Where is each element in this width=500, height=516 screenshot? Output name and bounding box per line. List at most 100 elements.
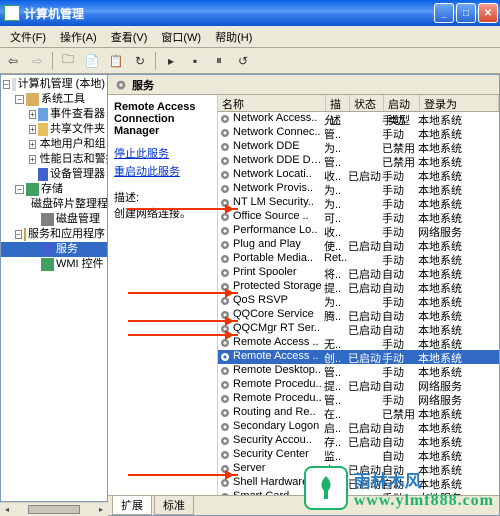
service-row[interactable]: Remote Access ..无..手动本地系统 [218,336,499,350]
tree-node[interactable]: +本地用户和组 [1,137,107,152]
service-row[interactable]: Remote Procedu..提..已启动自动网络服务 [218,378,499,392]
service-row[interactable]: Print Spooler将..已启动自动本地系统 [218,266,499,280]
service-row[interactable]: Routing and Re..在..已禁用本地系统 [218,406,499,420]
service-row[interactable]: Portable Media..Ret..手动本地系统 [218,252,499,266]
cell-desc: 将.. [324,266,348,280]
services-header: 服务 [108,75,499,95]
service-row[interactable]: Network Locati..收..已启动手动本地系统 [218,168,499,182]
cell-desc: 存.. [324,434,348,448]
cell-login: 本地系统 [418,476,472,490]
expander-icon[interactable]: + [29,110,36,119]
service-row[interactable]: QQCore Service腾..已启动自动本地系统 [218,308,499,322]
pause-button[interactable]: ⏸ [210,52,228,70]
expander-icon[interactable]: − [15,95,24,104]
menu-bar: 文件(F) 操作(A) 查看(V) 窗口(W) 帮助(H) [0,26,500,48]
service-row[interactable]: Office Source ..可..手动本地系统 [218,210,499,224]
node-label: 服务 [56,242,78,257]
gear-icon [218,196,232,210]
expander-icon[interactable]: − [15,230,22,239]
tree-node[interactable]: +事件查看器 [1,107,107,122]
tree-hscrollbar[interactable]: ◂▸ [0,502,108,516]
stop-button[interactable]: ▪ [186,52,204,70]
col-login[interactable]: 登录为 [420,95,499,111]
cell-name: Security Accou.. [232,434,324,448]
tree-node[interactable]: 磁盘碎片整理程序 [1,197,107,212]
tab-extended[interactable]: 扩展 [112,496,152,515]
menu-help[interactable]: 帮助(H) [209,27,258,47]
close-button[interactable]: ✕ [478,3,498,23]
cell-desc: 使.. [324,238,348,252]
gear-icon [218,308,232,322]
col-status[interactable]: 状态 [350,95,384,111]
cell-name: Network Access.. [232,112,324,126]
expander-icon[interactable]: − [3,80,10,89]
expander-icon[interactable]: − [15,185,24,194]
cell-login: 网络服务 [418,392,472,406]
gear-icon [218,238,232,252]
cell-startup: 自动 [382,280,418,294]
service-row[interactable]: Security Accou..存..已启动自动本地系统 [218,434,499,448]
cell-desc: 管.. [324,154,348,168]
cell-desc: 允.. [324,112,348,126]
tree-node[interactable]: 服务 [1,242,107,257]
nav-tree[interactable]: −计算机管理 (本地)−系统工具+事件查看器+共享文件夹+本地用户和组+性能日志… [0,74,108,502]
menu-view[interactable]: 查看(V) [105,27,154,47]
menu-action[interactable]: 操作(A) [54,27,103,47]
help-button[interactable]: ▸ [162,52,180,70]
menu-file[interactable]: 文件(F) [4,27,52,47]
tree-node[interactable]: −计算机管理 (本地) [1,77,107,92]
service-row[interactable]: QQCMgr RT Ser..已启动自动本地系统 [218,322,499,336]
service-row[interactable]: Plug and Play使..已启动自动本地系统 [218,238,499,252]
restart-button[interactable]: ↺ [234,52,252,70]
expander-icon[interactable]: + [29,125,36,134]
tree-node[interactable]: +性能日志和警报 [1,152,107,167]
service-row[interactable]: NT LM Security..为..手动本地系统 [218,196,499,210]
tree-node[interactable]: WMI 控件 [1,257,107,272]
service-row[interactable]: Secondary Logon启..已启动自动本地系统 [218,420,499,434]
service-row[interactable]: Protected Storage提..已启动自动本地系统 [218,280,499,294]
cell-status: 已启动 [348,322,382,336]
service-row[interactable]: Server支..已启动自动本地系统 [218,462,499,476]
service-row[interactable]: Remote Desktop..管..手动本地系统 [218,364,499,378]
up-button[interactable]: 🗀 [59,52,77,70]
service-row[interactable]: QoS RSVP为..手动本地系统 [218,294,499,308]
col-name[interactable]: 名称 [218,95,326,111]
expander-icon[interactable]: + [29,155,36,164]
tree-node[interactable]: −服务和应用程序 [1,227,107,242]
restart-service-link[interactable]: 重启动此服务 [114,163,211,179]
service-row[interactable]: Performance Lo..收..手动网络服务 [218,224,499,238]
service-row[interactable]: Network Access..允..手动本地系统 [218,112,499,126]
properties-button[interactable]: 📄 [83,52,101,70]
menu-window[interactable]: 窗口(W) [155,27,207,47]
export-button[interactable]: 📋 [107,52,125,70]
service-row[interactable]: Network Provis..为..手动本地系统 [218,182,499,196]
list-header[interactable]: 名称 描述 状态 启动类型 登录为 [218,95,499,112]
cell-name: Portable Media.. [232,252,324,266]
cell-name: Server [232,462,324,476]
service-row[interactable]: Network DDE为..已禁用本地系统 [218,140,499,154]
cell-status: 已启动 [348,434,382,448]
tree-node[interactable]: 磁盘管理 [1,212,107,227]
stop-service-link[interactable]: 停止此服务 [114,145,211,161]
minimize-button[interactable]: _ [434,3,454,23]
tree-node[interactable]: 设备管理器 [1,167,107,182]
col-desc[interactable]: 描述 [326,95,350,111]
service-row[interactable]: Remote Access ..创..已启动手动本地系统 [218,350,499,364]
service-row[interactable]: Shell Hardware..为..已启动自动本地系统 [218,476,499,490]
service-row[interactable]: Network Connec..管..手动本地系统 [218,126,499,140]
maximize-button[interactable]: □ [456,3,476,23]
service-row[interactable]: Security Center监..自动本地系统 [218,448,499,462]
cell-desc: 提.. [324,378,348,392]
gear-icon [218,406,232,420]
service-row[interactable]: Remote Procedu..管..手动网络服务 [218,392,499,406]
refresh-button[interactable]: ↻ [131,52,149,70]
tree-node[interactable]: +共享文件夹 [1,122,107,137]
tab-standard[interactable]: 标准 [154,496,194,515]
tree-node[interactable]: −系统工具 [1,92,107,107]
col-startup[interactable]: 启动类型 [384,95,420,111]
back-button[interactable]: ⇦ [4,52,22,70]
tree-node[interactable]: −存储 [1,182,107,197]
forward-button[interactable]: ⇨ [28,52,46,70]
service-row[interactable]: Network DDE DSDM管..已禁用本地系统 [218,154,499,168]
expander-icon[interactable]: + [29,140,36,149]
